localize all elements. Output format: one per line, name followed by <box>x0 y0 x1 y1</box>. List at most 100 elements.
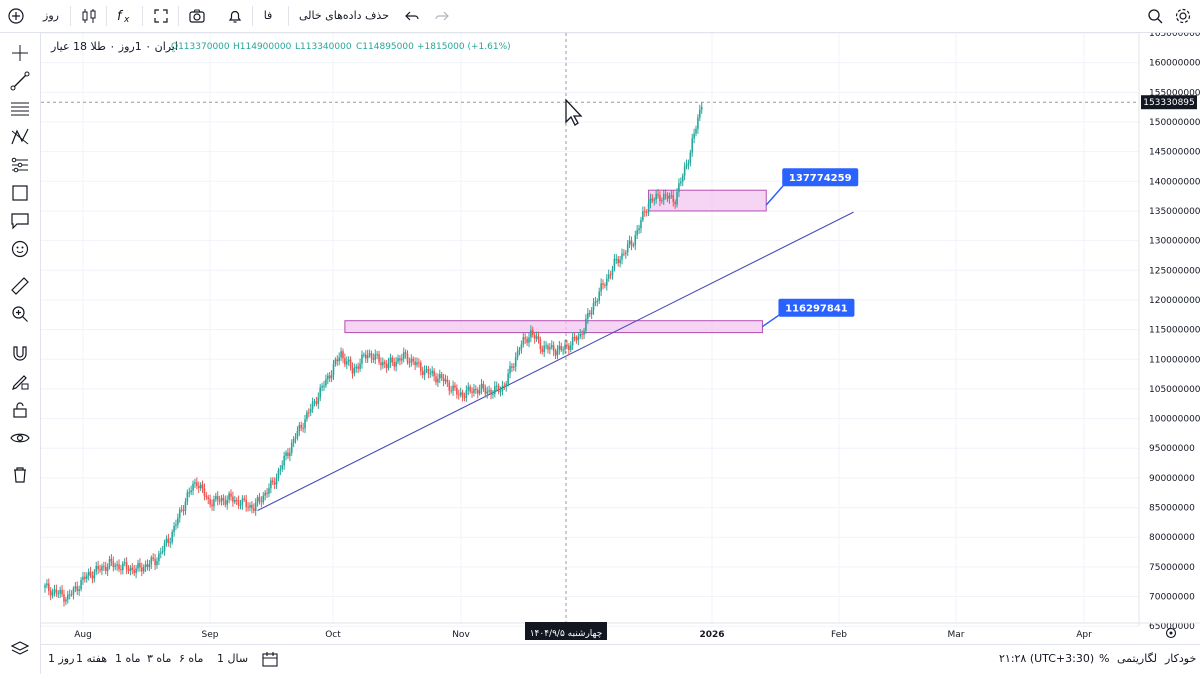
candle-body <box>531 330 534 335</box>
candle-body <box>175 524 177 527</box>
candle-body <box>351 367 354 374</box>
redo-icon[interactable] <box>432 6 452 26</box>
candle-body <box>383 362 386 365</box>
candle-body <box>476 390 479 394</box>
camera-icon[interactable] <box>186 6 208 26</box>
candle-body <box>46 583 48 586</box>
candle-body <box>401 358 403 361</box>
candle-body <box>387 362 390 369</box>
magnet-icon[interactable] <box>8 342 32 366</box>
calendar-icon[interactable] <box>261 650 279 671</box>
chart-area[interactable]: 65000000 70000000 75000000 80000000 85000000… <box>41 29 1200 674</box>
lock-draw-icon[interactable] <box>8 370 32 394</box>
candle-body <box>163 542 166 551</box>
candle-body <box>228 493 230 500</box>
candle-body <box>514 357 517 367</box>
auto-toggle[interactable]: خودکار <box>1165 652 1196 665</box>
candle-body <box>216 495 219 501</box>
emoji-icon[interactable] <box>8 237 32 261</box>
lang-button[interactable]: فا <box>258 6 278 26</box>
candle-body <box>321 385 323 388</box>
range-1y[interactable]: 1 سال <box>217 652 248 665</box>
candle-body <box>456 387 458 395</box>
y-tick-label: 80000000 <box>1149 533 1195 543</box>
comment-icon[interactable] <box>8 209 32 233</box>
undo-icon[interactable] <box>402 6 422 26</box>
trendline-icon[interactable] <box>8 69 32 93</box>
log-toggle[interactable]: لگاریتمی <box>1117 652 1157 665</box>
candle-body <box>452 385 454 391</box>
range-1m[interactable]: 1 ماه <box>115 652 141 665</box>
delete-empty-button[interactable]: حذف داده‌های خالی <box>296 6 392 26</box>
legend-high: H114900000 <box>233 42 292 52</box>
plus-circle-icon[interactable] <box>6 6 26 26</box>
candle-body <box>123 562 126 564</box>
candle-body <box>412 358 415 362</box>
fx-icon[interactable]: fx <box>112 6 136 26</box>
candle-body <box>697 117 699 129</box>
candles-icon[interactable] <box>78 6 100 26</box>
candle-body <box>241 498 244 505</box>
crosshair-icon[interactable] <box>8 41 32 65</box>
candle-body <box>234 499 236 502</box>
candle-body <box>171 531 173 543</box>
candle-body <box>156 561 158 566</box>
y-tick-label: 160000000 <box>1149 59 1200 69</box>
bell-icon[interactable] <box>224 6 246 26</box>
y-tick-label: 145000000 <box>1149 148 1200 158</box>
pattern-icon[interactable] <box>8 125 32 149</box>
layers-icon[interactable] <box>8 637 32 661</box>
percent-toggle[interactable]: % <box>1099 652 1109 665</box>
candle-body <box>139 563 141 568</box>
candle-body <box>410 358 413 363</box>
candle-body <box>317 397 320 404</box>
candle-body <box>344 358 346 365</box>
search-icon[interactable] <box>1144 6 1166 26</box>
candle-body <box>473 388 475 393</box>
candle-body <box>74 586 77 589</box>
settings-icon[interactable] <box>1172 6 1194 26</box>
candle-body <box>630 240 633 246</box>
candle-body <box>499 391 502 393</box>
price-zone <box>648 189 767 212</box>
lock-icon[interactable] <box>8 398 32 422</box>
candle-body <box>609 274 612 276</box>
candle-body <box>353 368 356 374</box>
crosshair-date-label: چهارشنبه ۱۴۰۴/۹/۵ <box>530 629 603 639</box>
candle-body <box>590 310 593 315</box>
candle-body <box>526 338 528 343</box>
candle-body <box>670 195 673 197</box>
candle-body <box>230 493 232 497</box>
candle-body <box>167 538 170 543</box>
candle-body <box>366 354 369 359</box>
range-1w[interactable]: 1 هفته <box>76 652 107 665</box>
range-3m[interactable]: ۳ ماه <box>147 652 171 665</box>
trash-icon[interactable] <box>8 463 32 487</box>
candle-body <box>687 163 690 165</box>
fib-icon[interactable] <box>8 97 32 121</box>
candle-body <box>408 362 411 364</box>
price-chart[interactable]: 65000000 70000000 75000000 80000000 85000000… <box>41 29 1200 644</box>
eye-icon[interactable] <box>8 426 32 450</box>
x-tick-label: Feb <box>831 630 847 640</box>
x-tick-label: Mar <box>948 630 965 640</box>
candle-body <box>467 386 470 391</box>
ruler-icon[interactable] <box>8 274 32 298</box>
candle-body <box>568 345 570 350</box>
range-1d[interactable]: 1 روز <box>48 652 74 665</box>
fullscreen-icon[interactable] <box>150 6 172 26</box>
zoom-icon[interactable] <box>8 302 32 326</box>
interval-button[interactable]: روز <box>36 6 66 26</box>
shape-icon[interactable] <box>8 181 32 205</box>
candle-body <box>594 301 597 303</box>
time-display[interactable]: ۲۱:۲۸ (UTC+3:30) <box>999 652 1094 665</box>
range-6m[interactable]: ۶ ماه <box>179 652 203 665</box>
candle-body <box>683 166 686 176</box>
candle-body <box>556 349 559 356</box>
candle-body <box>226 499 229 505</box>
candle-body <box>222 497 225 501</box>
candle-body <box>524 337 526 339</box>
candle-body <box>484 388 487 394</box>
candle-body <box>235 499 238 501</box>
projection-icon[interactable] <box>8 153 32 177</box>
